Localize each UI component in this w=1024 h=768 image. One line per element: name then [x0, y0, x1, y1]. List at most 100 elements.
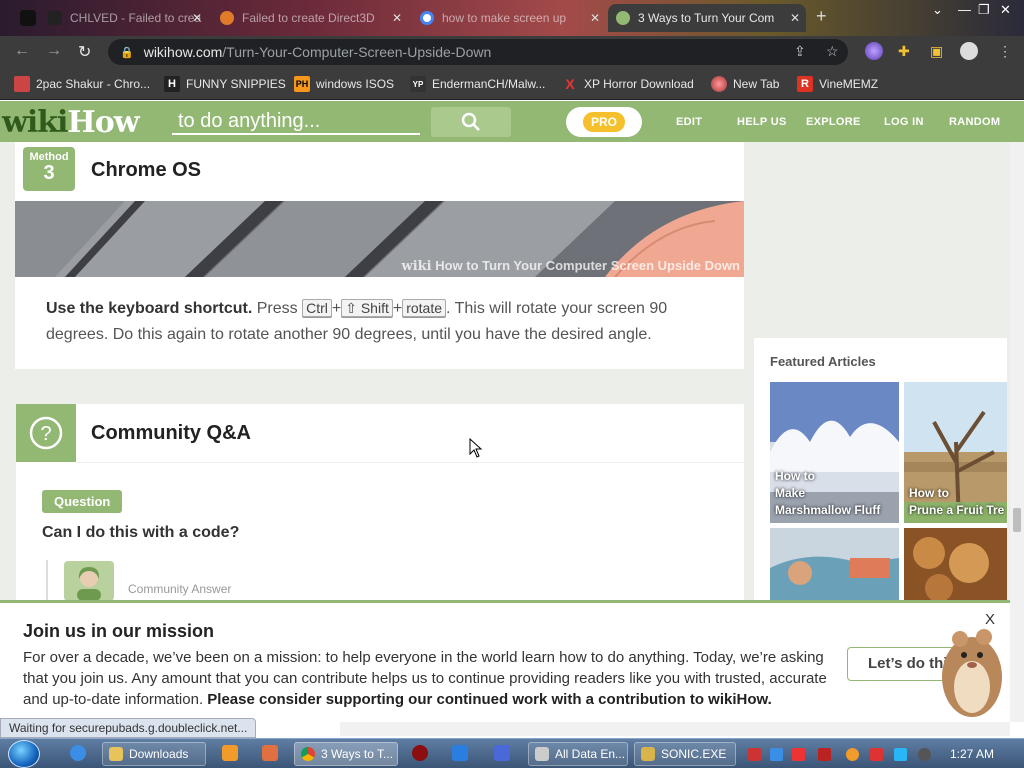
tab-close-icon[interactable]: ✕	[790, 11, 800, 25]
tab-active-wikihow[interactable]: 3 Ways to Turn Your Com ✕	[608, 4, 806, 32]
tray-icon-4[interactable]	[818, 748, 831, 761]
red-app-icon[interactable]	[412, 745, 428, 761]
extensions-puzzle-icon[interactable]: ✚	[898, 43, 910, 60]
tray-icon-2[interactable]	[770, 748, 783, 761]
window-tab-search-icon[interactable]: ⌄	[932, 2, 943, 18]
answer-label: Community Answer	[128, 582, 232, 596]
side-panel-icon[interactable]: ▣	[930, 43, 943, 60]
new-tab-button[interactable]: +	[816, 6, 827, 27]
method-title: Chrome OS	[91, 159, 202, 181]
featured-articles-title: Featured Articles	[770, 354, 876, 369]
search-input[interactable]: to do anything...	[172, 107, 420, 135]
bookmark-new-tab[interactable]: New Tab	[711, 76, 779, 92]
sonic-app-icon	[641, 747, 655, 761]
method-badge: Method 3	[23, 147, 75, 191]
bookmark-x-icon: X	[565, 76, 575, 92]
mouse-cursor-icon	[469, 438, 483, 458]
bookmark-funny-snippies[interactable]: H FUNNY SNIPPIES	[164, 76, 286, 92]
profile-avatar-icon[interactable]	[960, 42, 978, 60]
media-player-icon[interactable]	[222, 745, 238, 761]
featured-article-caption: How to Prune a Fruit Tre	[909, 486, 1005, 517]
taskbar-item-chrome[interactable]: 3 Ways to T...	[294, 742, 398, 766]
bookmark-windows-isos[interactable]: PH windows ISOS	[294, 76, 394, 92]
forward-arrow-icon[interactable]: →	[46, 42, 62, 60]
browser-app-icon[interactable]	[20, 10, 36, 26]
bookmark-2pac[interactable]: 2pac Shakur - Chro...	[14, 76, 150, 92]
taskbar-item-downloads[interactable]: Downloads	[102, 742, 206, 766]
featured-article-marshmallow[interactable]: How to Make Marshmallow Fluff	[770, 382, 899, 523]
start-button[interactable]	[8, 740, 40, 768]
pro-label: PRO	[582, 112, 625, 132]
tray-flag-icon[interactable]	[870, 748, 883, 761]
tab-3[interactable]: how to make screen up ✕	[412, 4, 606, 32]
community-avatar	[64, 561, 114, 600]
reload-icon[interactable]: ↻	[78, 42, 91, 62]
method-card: Method 3 Chrome OS wiki How to Turn Your…	[15, 142, 744, 369]
menu-kebab-icon[interactable]: ⋮	[998, 43, 1012, 60]
tab-close-icon[interactable]: ✕	[590, 11, 600, 25]
app-icon[interactable]	[262, 745, 278, 761]
bookmark-h-icon: H	[164, 76, 180, 92]
bookmark-r-icon: R	[797, 76, 813, 92]
tray-volume-icon[interactable]	[918, 748, 931, 761]
nav-random[interactable]: RANDOM	[949, 116, 1000, 128]
tray-icon-3[interactable]	[792, 748, 805, 761]
tray-icon-5[interactable]	[846, 748, 859, 761]
p-app-icon[interactable]	[494, 745, 510, 761]
taskbar-item-all-data[interactable]: All Data En...	[528, 742, 628, 766]
question-text: Can I do this with a code?	[42, 524, 240, 541]
tab-close-icon[interactable]: ✕	[392, 11, 402, 25]
scrollbar-thumb[interactable]	[1013, 508, 1021, 532]
bookmark-vinememz[interactable]: R VineMEMZ	[797, 76, 878, 92]
nav-edit[interactable]: EDIT	[676, 116, 702, 128]
bookmark-ph-icon: PH	[294, 76, 310, 92]
window-close-icon[interactable]: ✕	[1000, 2, 1011, 18]
key-rotate: rotate	[402, 299, 447, 317]
nav-log-in[interactable]: LOG IN	[884, 116, 924, 128]
pro-button[interactable]: PRO	[566, 107, 642, 137]
search-button[interactable]	[431, 107, 511, 137]
wikihow-header: wikiHow to do anything... PRO EDIT HELP …	[0, 101, 1024, 142]
tray-icon-1[interactable]	[748, 748, 761, 761]
nav-explore[interactable]: EXPLORE	[806, 116, 861, 128]
featured-article-food[interactable]	[904, 528, 1007, 600]
step-image[interactable]: wiki How to Turn Your Computer Screen Up…	[15, 201, 744, 277]
wikihow-logo[interactable]: wikiHow	[2, 105, 140, 140]
internet-explorer-icon[interactable]	[70, 745, 86, 761]
bookmark-endermanch[interactable]: YP EndermanCH/Malw...	[410, 76, 545, 92]
key-ctrl: Ctrl	[302, 299, 332, 317]
page-scrollbar[interactable]	[1010, 142, 1024, 722]
tab-close-icon[interactable]: ✕	[192, 11, 202, 25]
back-arrow-icon[interactable]: ←	[14, 42, 30, 60]
url-path: /Turn-Your-Computer-Screen-Upside-Down	[222, 44, 492, 60]
window-restore-icon[interactable]: ❐	[978, 2, 990, 18]
tab-title: Failed to create Direct3D	[242, 11, 375, 25]
bookmark-star-icon[interactable]: ☆	[826, 43, 839, 60]
featured-article-sleeping[interactable]	[770, 528, 899, 600]
banner-close-button[interactable]: X	[985, 611, 995, 628]
svg-text:?: ?	[40, 423, 51, 445]
folder-icon	[109, 747, 123, 761]
taskbar-clock[interactable]: 1:27 AM	[950, 747, 994, 761]
featured-article-prune-tree[interactable]: How to Prune a Fruit Tre	[904, 382, 1007, 523]
question-circle-icon: ?	[29, 416, 63, 450]
food-illustration	[904, 528, 1007, 600]
key-shift: ⇧ Shift	[341, 299, 393, 317]
question-badge: Question	[42, 490, 123, 513]
share-icon[interactable]: ⇪	[794, 43, 806, 60]
bookmark-briefcase-icon	[14, 76, 30, 92]
bookmark-xp-horror[interactable]: X XP Horror Download	[562, 76, 694, 92]
person-avatar-icon	[77, 567, 101, 600]
window-minimize-icon[interactable]: —	[958, 2, 971, 17]
tab-1[interactable]: CHLVED - Failed to crea ✕	[40, 4, 208, 32]
search-icon	[461, 112, 480, 131]
address-bar[interactable]: 🔒 wikihow.com /Turn-Your-Computer-Screen…	[108, 39, 848, 65]
extension-swirl-icon[interactable]	[865, 42, 883, 60]
shield-icon[interactable]	[452, 745, 468, 761]
taskbar-item-sonic[interactable]: SONIC.EXE	[634, 742, 736, 766]
tab-2[interactable]: Failed to create Direct3D ✕	[212, 4, 408, 32]
community-qa-card: ? Community Q&A Question Can I do this w…	[16, 404, 744, 600]
nav-help-us[interactable]: HELP US	[737, 116, 787, 128]
horizontal-scrollbar[interactable]	[340, 722, 1010, 736]
tray-monitor-icon[interactable]	[894, 748, 907, 761]
